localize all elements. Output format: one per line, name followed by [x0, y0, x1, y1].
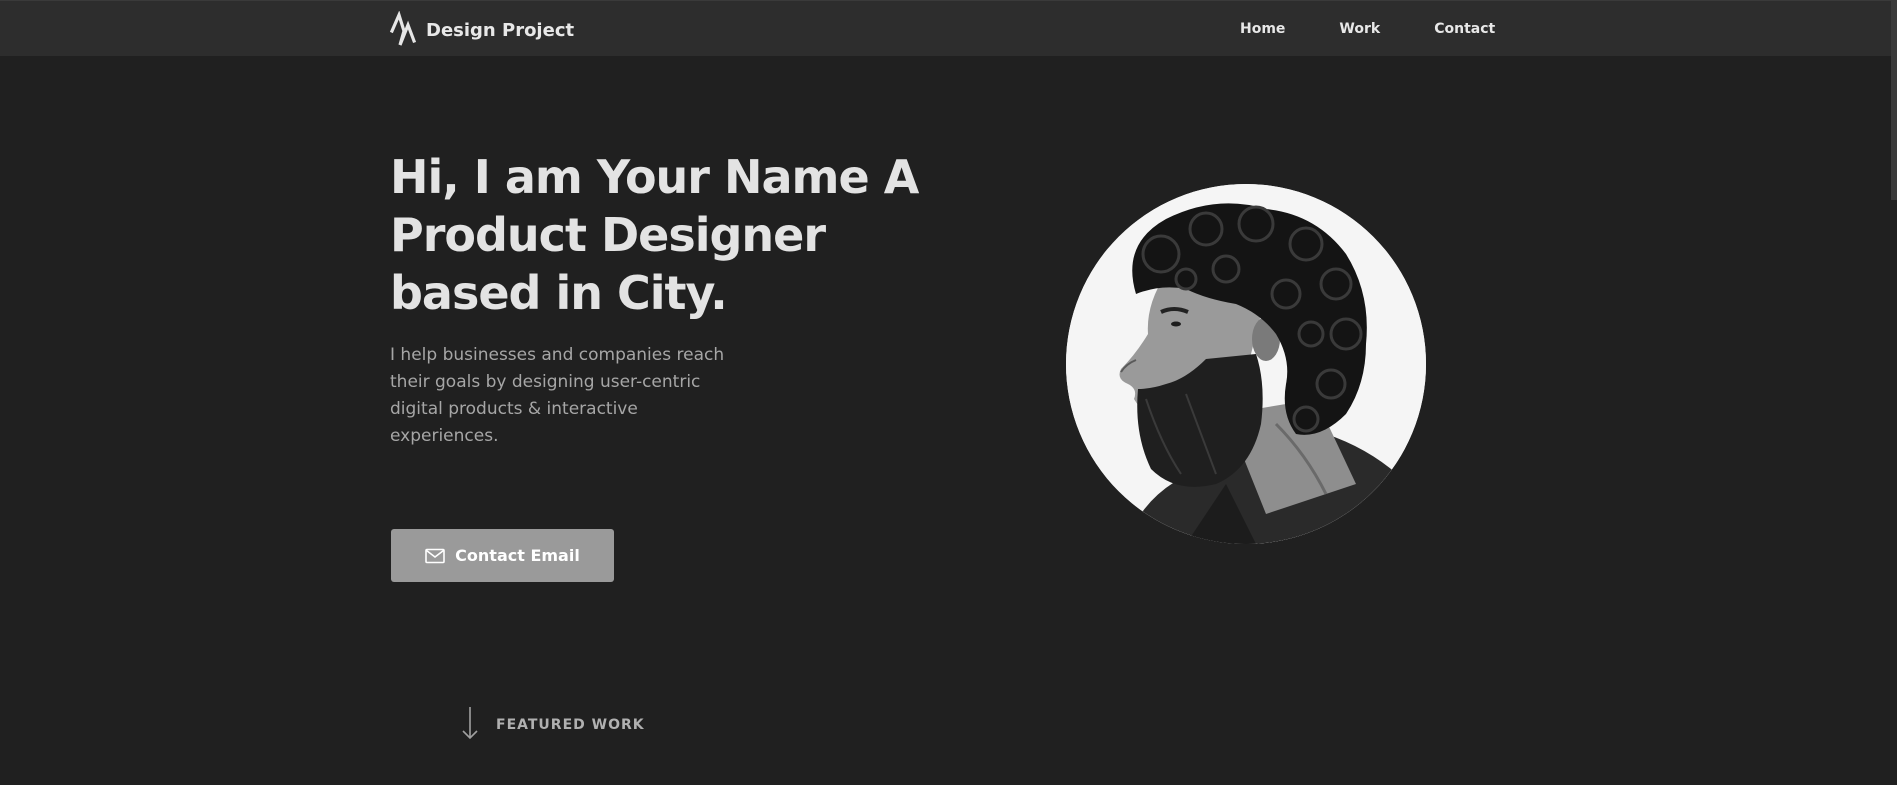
contact-email-label: Contact Email — [455, 546, 580, 565]
hero-title-line: based in City. — [390, 266, 728, 320]
main-nav: Home Work Contact — [1240, 1, 1495, 57]
hero-title: Hi, I am Your Name A Product Designer ba… — [390, 148, 919, 322]
brand-link[interactable]: Design Project — [390, 11, 574, 49]
contact-email-button[interactable]: Contact Email — [391, 529, 614, 582]
navbar: Design Project Home Work Contact — [0, 0, 1897, 56]
zigzag-logo-icon — [390, 11, 416, 49]
nav-contact-link[interactable]: Contact — [1434, 21, 1495, 37]
hero-description: I help businesses and companies reach th… — [390, 342, 750, 450]
hero-title-line: Product Designer — [390, 208, 826, 262]
hero-description-line: I help businesses and companies reach — [390, 345, 725, 365]
scrollbar-thumb[interactable] — [1891, 0, 1897, 200]
featured-work-label: FEATURED WORK — [496, 717, 645, 733]
hero-description-line: their goals by designing user-centric — [390, 372, 701, 392]
brand-name: Design Project — [426, 19, 575, 41]
hero-description-line: experiences. — [390, 426, 499, 446]
arrow-down-icon — [462, 706, 478, 744]
featured-work-link[interactable]: FEATURED WORK — [462, 706, 645, 744]
nav-home-link[interactable]: Home — [1240, 21, 1285, 37]
hero-title-line: Hi, I am Your Name A — [390, 150, 919, 204]
page: Design Project Home Work Contact Hi, I a… — [0, 0, 1897, 785]
mail-icon — [425, 548, 445, 564]
hero-description-line: digital products & interactive — [390, 399, 638, 419]
portrait-photo — [1066, 184, 1426, 544]
nav-work-link[interactable]: Work — [1339, 21, 1380, 37]
